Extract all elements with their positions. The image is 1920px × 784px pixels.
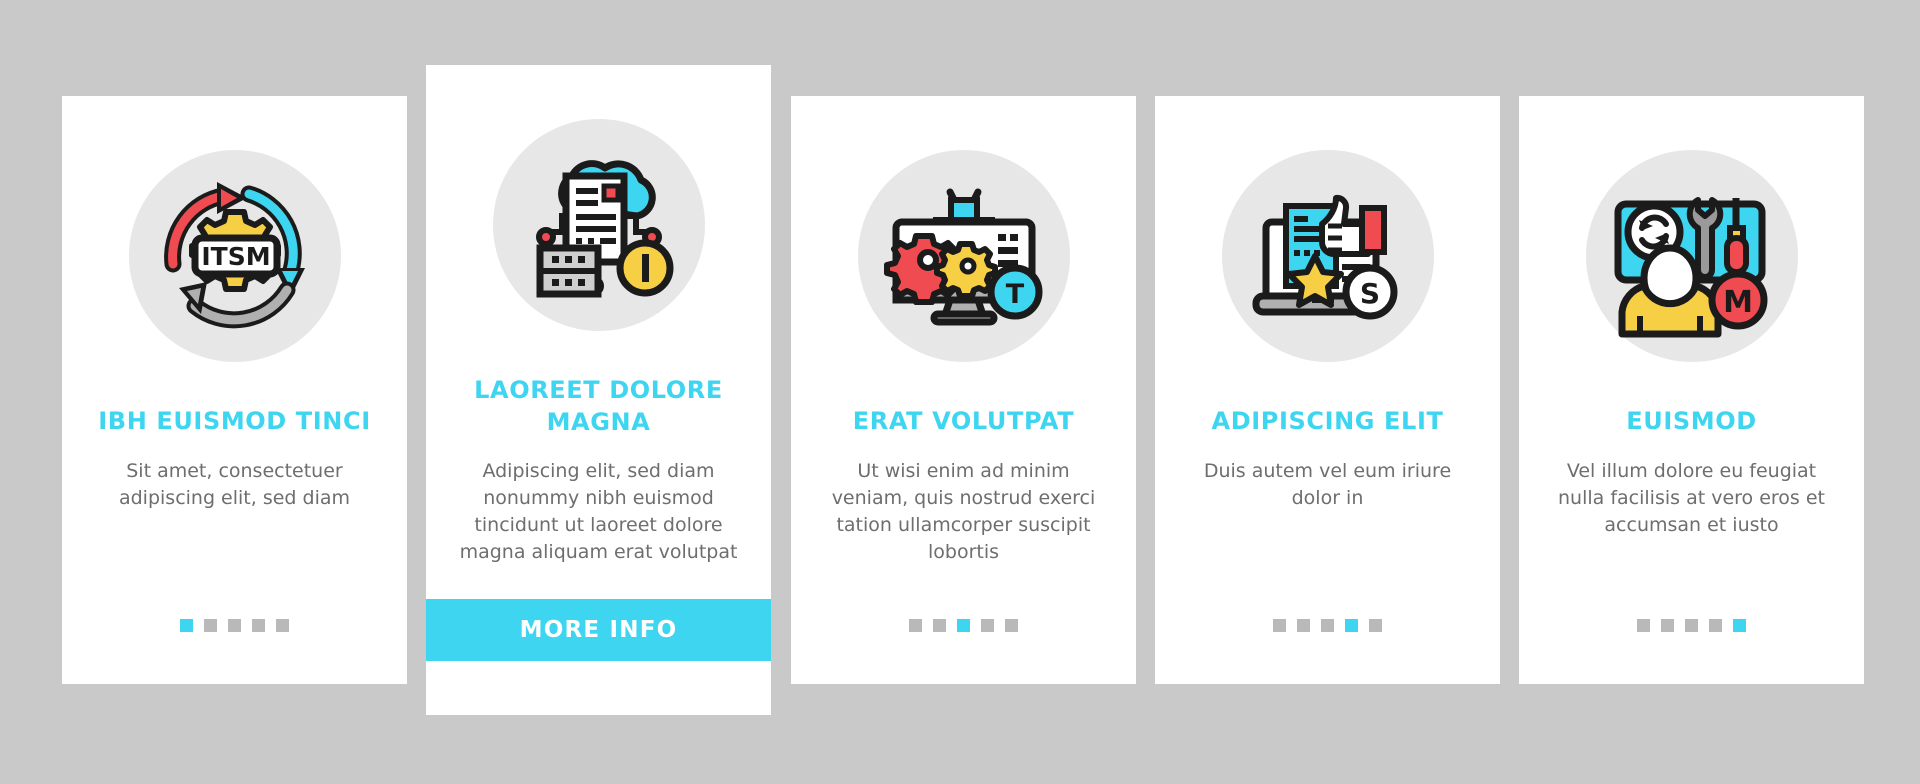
pagination-dots[interactable] (1273, 619, 1382, 632)
onboarding-card-4[interactable]: S ADIPISCING ELIT Duis autem vel eum iri… (1155, 96, 1500, 684)
pagination-dot[interactable] (228, 619, 241, 632)
onboarding-card-5[interactable]: M EUISMOD Vel illum dolore eu feugiat nu… (1519, 96, 1864, 684)
card-title: EUISMOD (1626, 407, 1757, 435)
pagination-dot[interactable] (981, 619, 994, 632)
pagination-dot[interactable] (1369, 619, 1382, 632)
card-body-text: Ut wisi enim ad minim veniam, quis nostr… (831, 459, 1096, 563)
onboarding-card-1[interactable]: ITSM IBH EUISMOD TINCI Sit amet, consect… (62, 96, 407, 684)
pagination-dot[interactable] (1661, 619, 1674, 632)
pagination-dot[interactable] (1321, 619, 1334, 632)
pagination-dot[interactable] (1345, 619, 1358, 632)
pagination-dot[interactable] (909, 619, 922, 632)
svg-text:ITSM: ITSM (201, 242, 270, 271)
support-person-tools-icon: M (1585, 150, 1798, 362)
pagination-dot[interactable] (1273, 619, 1286, 632)
pagination-dot[interactable] (1709, 619, 1722, 632)
svg-text:S: S (1359, 277, 1379, 310)
pagination-dot[interactable] (252, 619, 265, 632)
monitor-gears-robot-icon: T (857, 150, 1070, 362)
card-title: LAOREET DOLORE MAGNA (474, 376, 723, 436)
pagination-dot[interactable] (204, 619, 217, 632)
pagination-dots[interactable] (180, 619, 289, 632)
card-title: IBH EUISMOD TINCI (98, 407, 371, 435)
more-info-button[interactable]: MORE INFO (426, 599, 771, 661)
onboarding-screens-stage: ITSM IBH EUISMOD TINCI Sit amet, consect… (0, 0, 1920, 784)
card-body-text: Adipiscing elit, sed diam nonummy nibh e… (459, 460, 738, 564)
card-body-text: Vel illum dolore eu feugiat nulla facili… (1558, 459, 1825, 536)
pagination-dot[interactable] (180, 619, 193, 632)
pagination-dots[interactable] (1637, 619, 1746, 632)
card-title: ERAT VOLUTPAT (852, 407, 1075, 435)
onboarding-card-3[interactable]: T ERAT VOLUTPAT Ut wisi enim ad minim ve… (791, 96, 1136, 684)
card-body-text: Duis autem vel eum iriure dolor in (1203, 459, 1452, 509)
card-body-text: Sit amet, consectetuer adipiscing elit, … (118, 459, 351, 509)
pagination-dot[interactable] (1733, 619, 1746, 632)
pagination-dot[interactable] (1005, 619, 1018, 632)
card-title: ADIPISCING ELIT (1211, 407, 1444, 435)
pagination-dot[interactable] (933, 619, 946, 632)
svg-text:T: T (1005, 279, 1024, 310)
cloud-document-server-icon (492, 119, 705, 331)
pagination-dot[interactable] (957, 619, 970, 632)
pagination-dot[interactable] (1297, 619, 1310, 632)
pagination-dot[interactable] (1685, 619, 1698, 632)
svg-text:M: M (1723, 285, 1753, 320)
onboarding-card-2[interactable]: LAOREET DOLORE MAGNA Adipiscing elit, se… (426, 65, 771, 715)
itsm-cycle-icon: ITSM (128, 150, 341, 362)
pagination-dots[interactable] (909, 619, 1018, 632)
pagination-dot[interactable] (276, 619, 289, 632)
laptop-thumbsup-star-icon: S (1221, 150, 1434, 362)
pagination-dot[interactable] (1637, 619, 1650, 632)
